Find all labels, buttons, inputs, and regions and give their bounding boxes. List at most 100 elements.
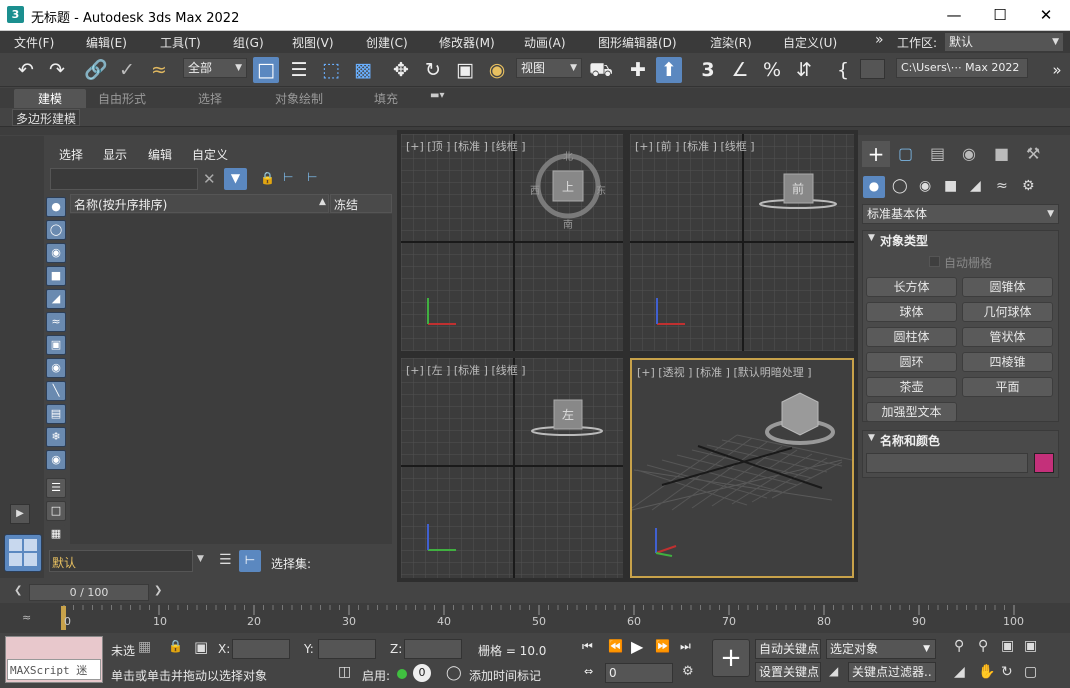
box-button[interactable]: 长方体 bbox=[866, 277, 957, 297]
ribbon-options-icon[interactable]: ▬▾ bbox=[430, 90, 444, 101]
layer-dropdown-arrow-icon[interactable]: ▼ bbox=[197, 554, 204, 564]
set-key-big-icon[interactable]: + bbox=[712, 639, 750, 677]
y-coord-field[interactable] bbox=[318, 639, 376, 659]
menu-modifiers[interactable]: 修改器(M) bbox=[439, 34, 495, 51]
display-none-icon[interactable]: □ bbox=[46, 501, 66, 521]
geometry-filter-icon[interactable]: ● bbox=[46, 197, 66, 217]
move-icon[interactable]: ✥ bbox=[388, 57, 414, 83]
select-object-icon[interactable]: □ bbox=[253, 57, 279, 83]
select-by-name-icon[interactable]: ☰ bbox=[286, 57, 312, 83]
field-of-view-icon[interactable]: ◢ bbox=[954, 664, 965, 680]
percent-snap-icon[interactable]: % bbox=[759, 57, 785, 83]
cylinder-button[interactable]: 圆柱体 bbox=[866, 327, 957, 347]
zoom-extents-all-icon[interactable]: ▣ bbox=[1024, 638, 1037, 654]
redo-icon[interactable]: ↷ bbox=[44, 57, 70, 83]
angle-snap-icon[interactable]: ∠ bbox=[727, 57, 753, 83]
clear-search-icon[interactable]: ✕ bbox=[203, 170, 216, 188]
viewport-perspective[interactable]: [+] [透视 ] [标准 ] [默认明暗处理 ] bbox=[630, 358, 854, 578]
spinner-snap-icon[interactable]: ⇵ bbox=[791, 57, 817, 83]
zoom-icon[interactable]: ⚲ bbox=[954, 638, 964, 654]
scene-menu-customize[interactable]: 自定义 bbox=[192, 146, 228, 163]
create-tab-icon[interactable]: + bbox=[862, 141, 890, 167]
name-color-title[interactable]: 名称和颜色 bbox=[880, 432, 940, 449]
tab-modeling[interactable]: 建模 bbox=[38, 90, 62, 107]
viewport-left-label[interactable]: [+] [左 ] [标准 ] [线框 ] bbox=[406, 362, 526, 378]
absolute-mode-icon[interactable]: ▣ bbox=[194, 638, 208, 656]
keyboard-shortcut-override-icon[interactable]: ⬆ bbox=[656, 57, 682, 83]
key-filters-button[interactable]: 关键点过滤器.. bbox=[848, 662, 936, 682]
lights-category-icon[interactable]: ◉ bbox=[919, 178, 931, 194]
viewport-persp-label[interactable]: [+] [透视 ] [标准 ] [默认明暗处理 ] bbox=[637, 364, 812, 380]
sort-by-hierarchy-icon[interactable]: ⊢ bbox=[239, 550, 261, 572]
orbit-icon[interactable]: ↻ bbox=[1001, 664, 1013, 680]
tab-selection[interactable]: 选择 bbox=[198, 90, 222, 107]
torus-button[interactable]: 圆环 bbox=[866, 352, 957, 372]
cameras-category-icon[interactable]: ■ bbox=[944, 178, 957, 194]
filter-icon[interactable]: ▼ bbox=[224, 168, 247, 190]
adaptive-degradation-icon[interactable]: ◫ bbox=[338, 664, 351, 680]
scene-menu-display[interactable]: 显示 bbox=[103, 146, 127, 163]
tab-populate[interactable]: 填充 bbox=[374, 90, 398, 107]
scene-list[interactable] bbox=[70, 214, 392, 544]
isolate-selection-icon[interactable]: ▦ bbox=[138, 639, 151, 655]
maximize-viewport-icon[interactable]: ▢ bbox=[1024, 664, 1037, 680]
menu-more-icon[interactable]: » bbox=[875, 32, 884, 48]
compass-south[interactable]: 南 bbox=[563, 216, 573, 231]
time-slider[interactable]: 0 / 100 bbox=[29, 584, 149, 601]
key-mode-icon[interactable]: ⇔ bbox=[584, 665, 593, 678]
frozen-filter-icon[interactable]: ❄ bbox=[46, 427, 66, 447]
viewcube-left-face[interactable]: 左 bbox=[562, 406, 574, 423]
rollout-collapse-icon[interactable]: ▼ bbox=[868, 233, 875, 243]
workspace-select[interactable]: 默认 ▼ bbox=[944, 32, 1064, 52]
tab-freeform[interactable]: 自由形式 bbox=[98, 90, 146, 107]
tab-object-paint[interactable]: 对象绘制 bbox=[275, 90, 323, 107]
menu-create[interactable]: 创建(C) bbox=[366, 34, 408, 51]
x-coord-field[interactable] bbox=[232, 639, 290, 659]
toolbar-more-icon[interactable]: » bbox=[1044, 57, 1070, 83]
close-button[interactable]: ✕ bbox=[1023, 0, 1069, 30]
zoom-extents-icon[interactable]: ▣ bbox=[1001, 638, 1014, 654]
time-tag-icon[interactable]: ◯ bbox=[446, 665, 462, 681]
menu-file[interactable]: 文件(F) bbox=[14, 34, 54, 51]
z-coord-field[interactable] bbox=[404, 639, 462, 659]
key-filter-icon[interactable]: ◢ bbox=[829, 664, 838, 678]
systems-category-icon[interactable]: ⚙ bbox=[1022, 178, 1035, 194]
lock-icon[interactable]: 🔒 bbox=[260, 171, 275, 185]
menu-views[interactable]: 视图(V) bbox=[292, 34, 334, 51]
edit-named-selections-icon[interactable]: { bbox=[830, 57, 856, 83]
motion-tab-icon[interactable]: ◉ bbox=[962, 144, 976, 163]
cone-button[interactable]: 圆锥体 bbox=[962, 277, 1053, 297]
viewcube-front-face[interactable]: 前 bbox=[792, 180, 804, 197]
prev-key-icon[interactable]: ⏪ bbox=[608, 639, 623, 653]
xref-filter-icon[interactable]: ◉ bbox=[46, 358, 66, 378]
rect-selection-icon[interactable]: ⬚ bbox=[318, 57, 344, 83]
hierarchy-icon[interactable]: ⊢ bbox=[283, 170, 293, 184]
window-crossing-icon[interactable]: ▩ bbox=[350, 57, 376, 83]
viewport-front-label[interactable]: [+] [前 ] [标准 ] [线框 ] bbox=[635, 138, 755, 154]
maximize-button[interactable]: ☐ bbox=[977, 0, 1023, 30]
group-filter-icon[interactable]: ▣ bbox=[46, 335, 66, 355]
named-selection-field[interactable] bbox=[860, 59, 885, 79]
modify-tab-icon[interactable]: ▢ bbox=[898, 144, 913, 163]
textplus-button[interactable]: 加强型文本 bbox=[866, 402, 957, 422]
ref-coord-dropdown[interactable]: 视图 ▼ bbox=[516, 58, 582, 78]
set-key-button[interactable]: 设置关键点 bbox=[755, 662, 821, 682]
place-icon[interactable]: ◉ bbox=[484, 57, 510, 83]
menu-tools[interactable]: 工具(T) bbox=[160, 34, 201, 51]
menu-animation[interactable]: 动画(A) bbox=[524, 34, 566, 51]
helpers-category-icon[interactable]: ◢ bbox=[970, 178, 981, 194]
time-config-icon[interactable]: ⚙ bbox=[682, 664, 694, 679]
geosphere-button[interactable]: 几何球体 bbox=[962, 302, 1053, 322]
sort-ascending-icon[interactable]: ▲ bbox=[319, 197, 326, 207]
enable-indicator[interactable] bbox=[397, 669, 407, 679]
current-frame-spinner[interactable]: 0 bbox=[605, 663, 673, 683]
display-all-icon[interactable]: ☰ bbox=[46, 478, 66, 498]
spacewarps-category-icon[interactable]: ≈ bbox=[996, 178, 1008, 194]
project-path[interactable]: C:\Users\⋯ Max 2022 bbox=[896, 58, 1028, 78]
viewport-top-label[interactable]: [+] [顶 ] [标准 ] [线框 ] bbox=[406, 138, 526, 154]
expand-hierarchy-icon[interactable]: ⊢ bbox=[307, 170, 317, 184]
object-type-title[interactable]: 对象类型 bbox=[880, 232, 928, 249]
object-color-swatch[interactable] bbox=[1034, 453, 1054, 473]
selected-object-dropdown[interactable]: 选定对象 ▼ bbox=[826, 639, 936, 659]
hierarchy-tab-icon[interactable]: ▤ bbox=[930, 144, 945, 163]
